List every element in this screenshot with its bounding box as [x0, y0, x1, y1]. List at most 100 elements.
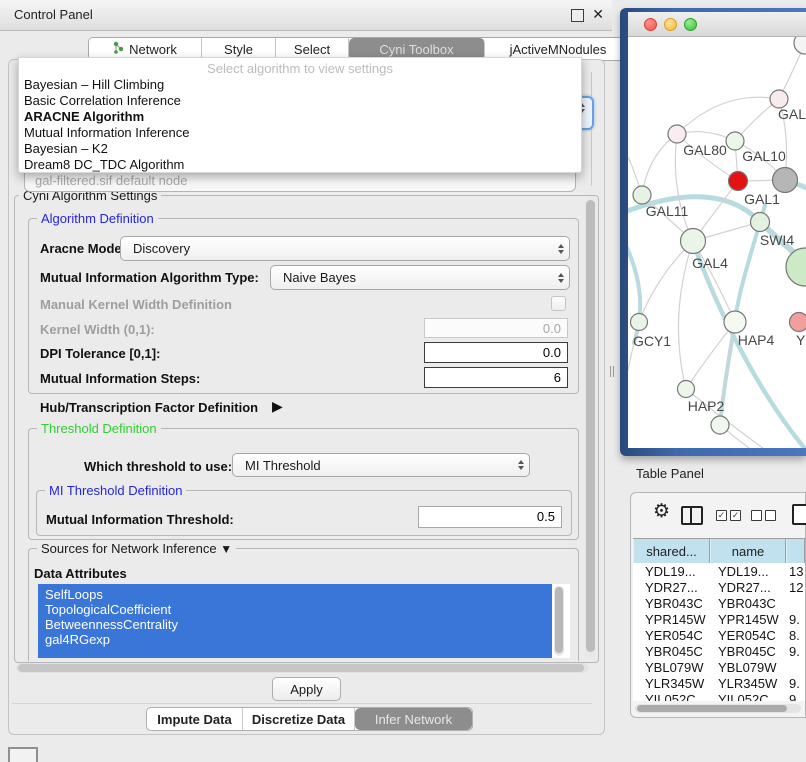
network-node[interactable] [633, 186, 651, 204]
network-node[interactable] [711, 416, 729, 434]
bottomtab-infer-network[interactable]: Infer Network [355, 708, 472, 730]
attributes-vscrollbar[interactable] [554, 586, 564, 656]
apply-button[interactable]: Apply [272, 677, 341, 701]
traffic-light-minimize-icon[interactable] [664, 18, 677, 31]
tab-label: jActiveMNodules [510, 42, 607, 57]
network-window-inner: GALGAL80GAL10GAL1GAL11SWI4GAL4GCY1HAP4YH… [628, 12, 806, 448]
data-attributes-label: Data Attributes [34, 566, 127, 581]
table-header: shared... name [633, 538, 805, 564]
traffic-light-zoom-icon[interactable] [684, 18, 697, 31]
chevron-right-icon[interactable]: ▶ [272, 398, 283, 415]
table-row[interactable]: YBR043CYBR043C [633, 595, 805, 611]
mi-steps-field[interactable]: 6 [424, 367, 568, 388]
split-column-icon[interactable] [681, 506, 703, 525]
table-row[interactable]: YIL052CYIL052C9. [633, 691, 805, 701]
dpi-tolerance-field[interactable]: 0.0 [424, 342, 568, 363]
algorithm-option[interactable]: Bayesian – K2 [19, 141, 581, 157]
table-row[interactable]: YDR27...YDR27...12 [633, 579, 805, 595]
network-node[interactable] [668, 125, 686, 143]
network-node[interactable] [724, 311, 746, 333]
table-cell: YDL19... [633, 564, 710, 579]
mi-threshold-group-title: MI Threshold Definition [45, 483, 186, 498]
stepper-icon [553, 244, 569, 254]
network-icon [113, 41, 124, 57]
node-label: GCY1 [633, 333, 671, 349]
network-node[interactable] [794, 37, 806, 54]
select-all-icon[interactable]: ✓✓ [716, 510, 744, 521]
attribute-item[interactable]: gal4RGexp [38, 632, 570, 647]
mi-threshold-label: Mutual Information Threshold: [46, 512, 234, 527]
control-panel-titlebar: Control Panel ✕ [0, 0, 612, 31]
caret-down-icon[interactable]: ▼ [220, 542, 232, 556]
gear-icon[interactable]: ⚙ [653, 502, 670, 521]
network-node[interactable] [729, 172, 748, 191]
node-label: GAL [778, 106, 806, 122]
panel-divider-grip[interactable] [610, 366, 616, 377]
float-panel-icon[interactable] [571, 9, 584, 22]
table-row[interactable]: YBR045CYBR045C9. [633, 643, 805, 659]
bottomtab-discretize-data[interactable]: Discretize Data [243, 708, 355, 730]
file-icon[interactable] [792, 504, 806, 525]
bottomtab-impute-data[interactable]: Impute Data [147, 708, 243, 730]
algorithm-option[interactable]: Bayesian – Hill Climbing [19, 77, 581, 93]
node-label: SWI4 [760, 232, 794, 248]
kernel-width-field[interactable]: 0.0 [424, 318, 568, 338]
table-cell: YIL052C [633, 692, 710, 702]
attribute-item[interactable]: SelfLoops [38, 587, 570, 602]
network-node[interactable] [773, 168, 798, 193]
header-cell-name[interactable]: name [710, 539, 786, 563]
tab-label: Cyni Toolbox [379, 42, 453, 57]
network-node[interactable] [631, 314, 648, 331]
table-cell: YPR145W [633, 612, 710, 627]
algorithm-options-list: Bayesian – Hill ClimbingBasic Correlatio… [19, 77, 581, 173]
header-cell-extra[interactable] [786, 539, 805, 563]
algorithm-option[interactable]: ARACNE Algorithm [19, 109, 581, 125]
threshold-group-title: Threshold Definition [37, 421, 161, 436]
network-node[interactable] [790, 313, 806, 332]
which-threshold-combo[interactable]: MI Threshold [232, 453, 530, 477]
table-row[interactable]: YDL19...YDL19...13 [633, 563, 805, 579]
mi-type-label: Mutual Information Algorithm Type: [40, 270, 259, 285]
network-node[interactable] [681, 229, 706, 254]
algorithm-option[interactable]: Basic Correlation Inference [19, 93, 581, 109]
network-node[interactable] [751, 213, 770, 232]
algorithm-dropdown-overlay: Select algorithm to view settings Bayesi… [18, 57, 582, 173]
table-row[interactable]: YER054CYER054C8. [633, 627, 805, 643]
node-label: HAP2 [688, 398, 725, 414]
network-canvas[interactable]: GALGAL80GAL10GAL1GAL11SWI4GAL4GCY1HAP4YH… [628, 37, 806, 448]
close-icon[interactable]: ✕ [592, 6, 604, 23]
algorithm-option[interactable]: Mutual Information Inference [19, 125, 581, 141]
table-cell: YDR27... [633, 580, 710, 595]
tab-label: Network [129, 42, 177, 57]
node-label: HAP4 [738, 332, 775, 348]
sources-title-text: Sources for Network Inference [41, 541, 217, 556]
table-row[interactable]: YBL079WYBL079W [633, 659, 805, 675]
table-panel-title: Table Panel [636, 466, 704, 481]
aracne-mode-label: Aracne Mode: [40, 241, 126, 256]
network-node[interactable] [678, 381, 695, 398]
algorithm-definition-title: Algorithm Definition [37, 211, 158, 226]
table-cell: 9. [786, 676, 805, 691]
table-cell: 9. [786, 612, 805, 627]
table-cell: 8. [786, 628, 805, 643]
mi-type-combo[interactable]: Naive Bayes [270, 265, 570, 290]
network-window[interactable]: GALGAL80GAL10GAL1GAL11SWI4GAL4GCY1HAP4YH… [620, 8, 806, 456]
algorithm-option[interactable]: Dream8 DC_TDC Algorithm [19, 157, 581, 173]
attribute-item[interactable]: BetweennessCentrality [38, 617, 570, 632]
table-row[interactable]: YPR145WYPR145W9. [633, 611, 805, 627]
minimized-panel-icon[interactable] [8, 747, 38, 762]
attribute-item[interactable]: TopologicalCoefficient [38, 602, 570, 617]
node-label: GAL10 [742, 148, 786, 164]
traffic-light-close-icon[interactable] [644, 18, 657, 31]
network-node[interactable] [786, 248, 806, 286]
header-cell-shared[interactable]: shared... [633, 539, 710, 563]
aracne-mode-combo[interactable]: Discovery [120, 236, 570, 261]
table-row[interactable]: YLR345WYLR345W9. [633, 675, 805, 691]
mi-threshold-field[interactable]: 0.5 [418, 506, 562, 528]
manual-kernel-checkbox[interactable] [551, 296, 566, 311]
settings-vscrollbar[interactable] [585, 198, 596, 658]
table-cell: YBR043C [633, 596, 710, 611]
table-hscrollbar[interactable] [635, 704, 801, 713]
settings-hscrollbar[interactable] [16, 663, 588, 673]
deselect-all-icon[interactable] [751, 510, 779, 521]
